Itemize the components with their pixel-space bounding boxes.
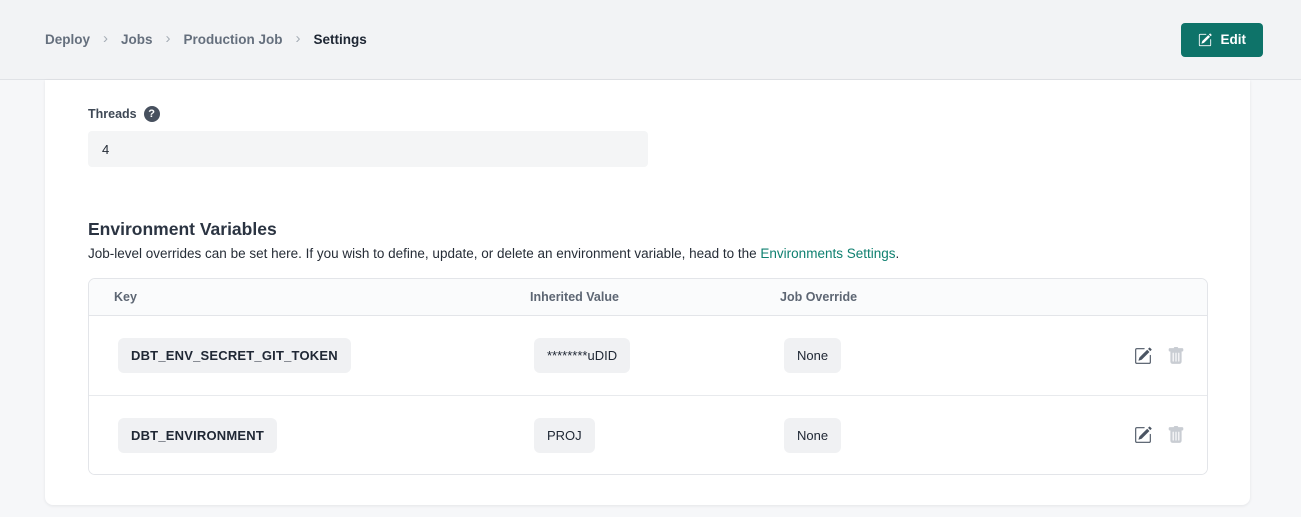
- column-header-job-override: Job Override: [755, 290, 1055, 304]
- edit-button-label: Edit: [1221, 32, 1247, 47]
- breadcrumb-item-settings: Settings: [314, 32, 367, 47]
- env-vars-description-period: .: [896, 246, 900, 261]
- column-header-key: Key: [89, 290, 505, 304]
- threads-label: Threads: [88, 107, 137, 121]
- table-header-row: Key Inherited Value Job Override: [89, 279, 1207, 316]
- job-override-chip: None: [784, 338, 841, 373]
- env-key-chip: DBT_ENVIRONMENT: [118, 418, 277, 453]
- breadcrumb-item-jobs[interactable]: Jobs: [121, 32, 153, 47]
- table-row: DBT_ENVIRONMENT PROJ None: [89, 395, 1207, 474]
- trash-icon[interactable]: [1167, 426, 1185, 444]
- edit-button[interactable]: Edit: [1181, 23, 1264, 57]
- edit-icon: [1198, 33, 1212, 47]
- edit-row-icon[interactable]: [1134, 426, 1152, 444]
- environments-settings-link[interactable]: Environments Settings: [760, 246, 895, 261]
- job-settings-card: Threads ? 4 Environment Variables Job-le…: [45, 80, 1250, 505]
- chevron-right-icon: ›: [103, 31, 108, 48]
- column-header-inherited-value: Inherited Value: [505, 290, 755, 304]
- inherited-value-chip: ********uDID: [534, 338, 630, 373]
- env-vars-description: Job-level overrides can be set here. If …: [88, 246, 1207, 261]
- breadcrumb-item-production-job[interactable]: Production Job: [184, 32, 283, 47]
- env-vars-title: Environment Variables: [88, 219, 1207, 240]
- table-row: DBT_ENV_SECRET_GIT_TOKEN ********uDID No…: [89, 316, 1207, 395]
- chevron-right-icon: ›: [296, 31, 301, 48]
- trash-icon[interactable]: [1167, 347, 1185, 365]
- breadcrumb-item-deploy[interactable]: Deploy: [45, 32, 90, 47]
- env-vars-table: Key Inherited Value Job Override DBT_ENV…: [88, 278, 1208, 475]
- job-override-chip: None: [784, 418, 841, 453]
- chevron-right-icon: ›: [166, 31, 171, 48]
- help-icon[interactable]: ?: [144, 106, 160, 122]
- topbar: Deploy › Jobs › Production Job › Setting…: [0, 0, 1301, 80]
- breadcrumb: Deploy › Jobs › Production Job › Setting…: [45, 31, 367, 48]
- edit-row-icon[interactable]: [1134, 347, 1152, 365]
- env-key-chip: DBT_ENV_SECRET_GIT_TOKEN: [118, 338, 351, 373]
- threads-field: Threads ? 4: [88, 106, 1207, 167]
- inherited-value-chip: PROJ: [534, 418, 595, 453]
- threads-input[interactable]: 4: [88, 131, 648, 167]
- env-vars-description-text: Job-level overrides can be set here. If …: [88, 246, 760, 261]
